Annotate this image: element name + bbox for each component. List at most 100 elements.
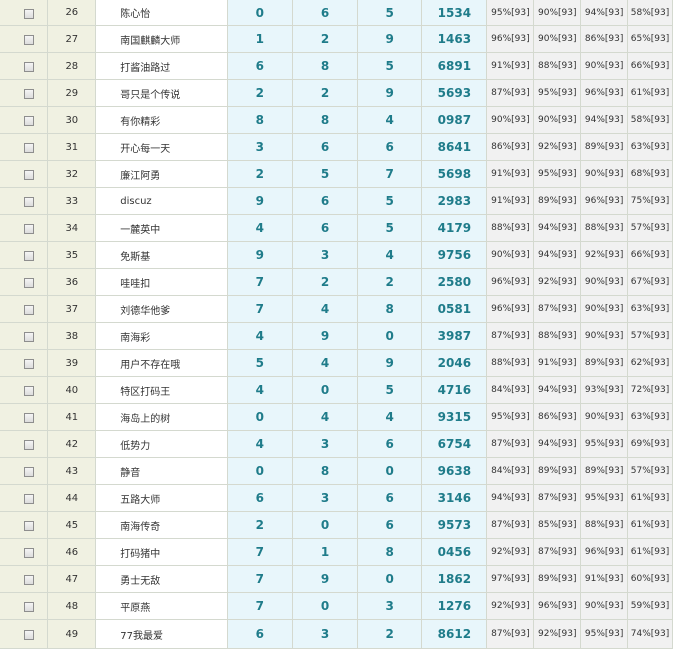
row-digit-3: 3 bbox=[357, 592, 423, 620]
row-checkbox[interactable] bbox=[24, 62, 34, 72]
table-row: 33 discuz 9 6 5 2983 91%[93] 89%[93] 96%[93] 75%[… bbox=[0, 187, 673, 215]
table-row: 28 打酱油路过 6 8 5 6891 91%[93] 88%[93] 90%[93] 66%[9… bbox=[0, 52, 673, 80]
row-select-cell bbox=[0, 214, 49, 242]
row-select-cell bbox=[0, 565, 49, 593]
row-rate-3: 90%[93] bbox=[580, 52, 629, 80]
row-checkbox[interactable] bbox=[24, 89, 34, 99]
row-digit-2: 2 bbox=[292, 25, 359, 53]
row-digit-1: 6 bbox=[227, 484, 293, 512]
row-rate-2: 94%[93] bbox=[533, 241, 582, 269]
row-rate-1: 88%[93] bbox=[486, 349, 535, 377]
row-digit-3: 4 bbox=[357, 241, 423, 269]
row-select-cell bbox=[0, 403, 49, 431]
row-rate-4: 72%[93] bbox=[627, 376, 673, 404]
row-rate-1: 91%[93] bbox=[486, 52, 535, 80]
row-checkbox[interactable] bbox=[24, 332, 34, 342]
row-checkbox[interactable] bbox=[24, 35, 34, 45]
row-checkbox[interactable] bbox=[24, 548, 34, 558]
row-checkbox[interactable] bbox=[24, 143, 34, 153]
row-select-cell bbox=[0, 349, 49, 377]
row-checkbox[interactable] bbox=[24, 251, 34, 261]
table-row: 49 77我最爱 6 3 2 8612 87%[93] 92%[93] 95%[93] 74%[9… bbox=[0, 619, 673, 649]
row-rate-1: 96%[93] bbox=[486, 295, 535, 323]
row-rate-3: 96%[93] bbox=[580, 187, 629, 215]
table-row: 27 南国麒麟大师 1 2 9 1463 96%[93] 90%[93] 86%[93] 65%[… bbox=[0, 25, 673, 53]
row-username: 一麓英中 bbox=[95, 214, 228, 242]
row-username: 打酱油路过 bbox=[95, 52, 228, 80]
row-digit-3: 6 bbox=[357, 430, 423, 458]
row-digit-1: 7 bbox=[227, 268, 293, 296]
row-digit-1: 0 bbox=[227, 457, 293, 485]
row-username: 海岛上的树 bbox=[95, 403, 228, 431]
row-digit-3: 6 bbox=[357, 511, 423, 539]
row-checkbox[interactable] bbox=[24, 602, 34, 612]
row-rate-3: 86%[93] bbox=[580, 25, 629, 53]
row-digit-1: 3 bbox=[227, 133, 293, 161]
row-rate-4: 61%[93] bbox=[627, 484, 673, 512]
row-rate-3: 92%[93] bbox=[580, 241, 629, 269]
row-digit-3: 5 bbox=[357, 376, 423, 404]
row-username: 刘德华他爹 bbox=[95, 295, 228, 323]
row-checkbox[interactable] bbox=[24, 521, 34, 531]
row-checkbox[interactable] bbox=[24, 494, 34, 504]
row-checkbox[interactable] bbox=[24, 440, 34, 450]
table-row: 31 开心每一天 3 6 6 8641 86%[93] 92%[93] 89%[93] 63%[9… bbox=[0, 133, 673, 161]
row-code: 1463 bbox=[421, 25, 488, 53]
row-rate-3: 90%[93] bbox=[580, 268, 629, 296]
row-number: 46 bbox=[47, 538, 97, 566]
row-digit-2: 0 bbox=[292, 592, 359, 620]
row-rate-3: 91%[93] bbox=[580, 565, 629, 593]
row-rate-4: 57%[93] bbox=[627, 322, 673, 350]
row-checkbox[interactable] bbox=[24, 278, 34, 288]
row-select-cell bbox=[0, 25, 49, 53]
row-code: 4716 bbox=[421, 376, 488, 404]
row-checkbox[interactable] bbox=[24, 224, 34, 234]
row-code: 1276 bbox=[421, 592, 488, 620]
row-digit-3: 2 bbox=[357, 268, 423, 296]
row-select-cell bbox=[0, 592, 49, 620]
row-code: 3146 bbox=[421, 484, 488, 512]
row-rate-4: 61%[93] bbox=[627, 538, 673, 566]
row-digit-1: 4 bbox=[227, 214, 293, 242]
table-row: 32 廉江阿勇 2 5 7 5698 91%[93] 95%[93] 90%[93] 68%[93… bbox=[0, 160, 673, 188]
row-number: 39 bbox=[47, 349, 97, 377]
row-checkbox[interactable] bbox=[24, 116, 34, 126]
table-row: 40 特区打码王 4 0 5 4716 84%[93] 94%[93] 93%[93] 72%[9… bbox=[0, 376, 673, 404]
row-checkbox[interactable] bbox=[24, 630, 34, 640]
table-row: 39 用户不存在哦 5 4 9 2046 88%[93] 91%[93] 89%[93] 62%[… bbox=[0, 349, 673, 377]
row-username: 哥只是个传说 bbox=[95, 79, 228, 107]
row-rate-3: 90%[93] bbox=[580, 403, 629, 431]
row-digit-2: 0 bbox=[292, 511, 359, 539]
row-checkbox[interactable] bbox=[24, 575, 34, 585]
row-select-cell bbox=[0, 52, 49, 80]
row-rate-1: 84%[93] bbox=[486, 457, 535, 485]
row-digit-2: 1 bbox=[292, 538, 359, 566]
row-number: 34 bbox=[47, 214, 97, 242]
row-rate-2: 89%[93] bbox=[533, 457, 582, 485]
row-checkbox[interactable] bbox=[24, 8, 34, 19]
row-checkbox[interactable] bbox=[24, 359, 34, 369]
row-checkbox[interactable] bbox=[24, 413, 34, 423]
row-rate-4: 59%[93] bbox=[627, 592, 673, 620]
row-digit-3: 4 bbox=[357, 106, 423, 134]
row-username: 陈心怡 bbox=[95, 0, 228, 26]
row-checkbox[interactable] bbox=[24, 305, 34, 315]
row-checkbox[interactable] bbox=[24, 467, 34, 477]
row-rate-4: 75%[93] bbox=[627, 187, 673, 215]
row-rate-4: 63%[93] bbox=[627, 295, 673, 323]
table-row: 34 一麓英中 4 6 5 4179 88%[93] 94%[93] 88%[93] 57%[93… bbox=[0, 214, 673, 242]
row-checkbox[interactable] bbox=[24, 386, 34, 396]
row-select-cell bbox=[0, 538, 49, 566]
row-code: 4179 bbox=[421, 214, 488, 242]
row-checkbox[interactable] bbox=[24, 197, 34, 207]
row-rate-3: 90%[93] bbox=[580, 160, 629, 188]
row-code: 1534 bbox=[421, 0, 488, 26]
row-code: 9315 bbox=[421, 403, 488, 431]
row-digit-3: 4 bbox=[357, 403, 423, 431]
row-number: 41 bbox=[47, 403, 97, 431]
row-digit-1: 8 bbox=[227, 106, 293, 134]
row-digit-2: 0 bbox=[292, 376, 359, 404]
row-checkbox[interactable] bbox=[24, 170, 34, 180]
row-rate-1: 95%[93] bbox=[486, 403, 535, 431]
row-rate-1: 84%[93] bbox=[486, 376, 535, 404]
